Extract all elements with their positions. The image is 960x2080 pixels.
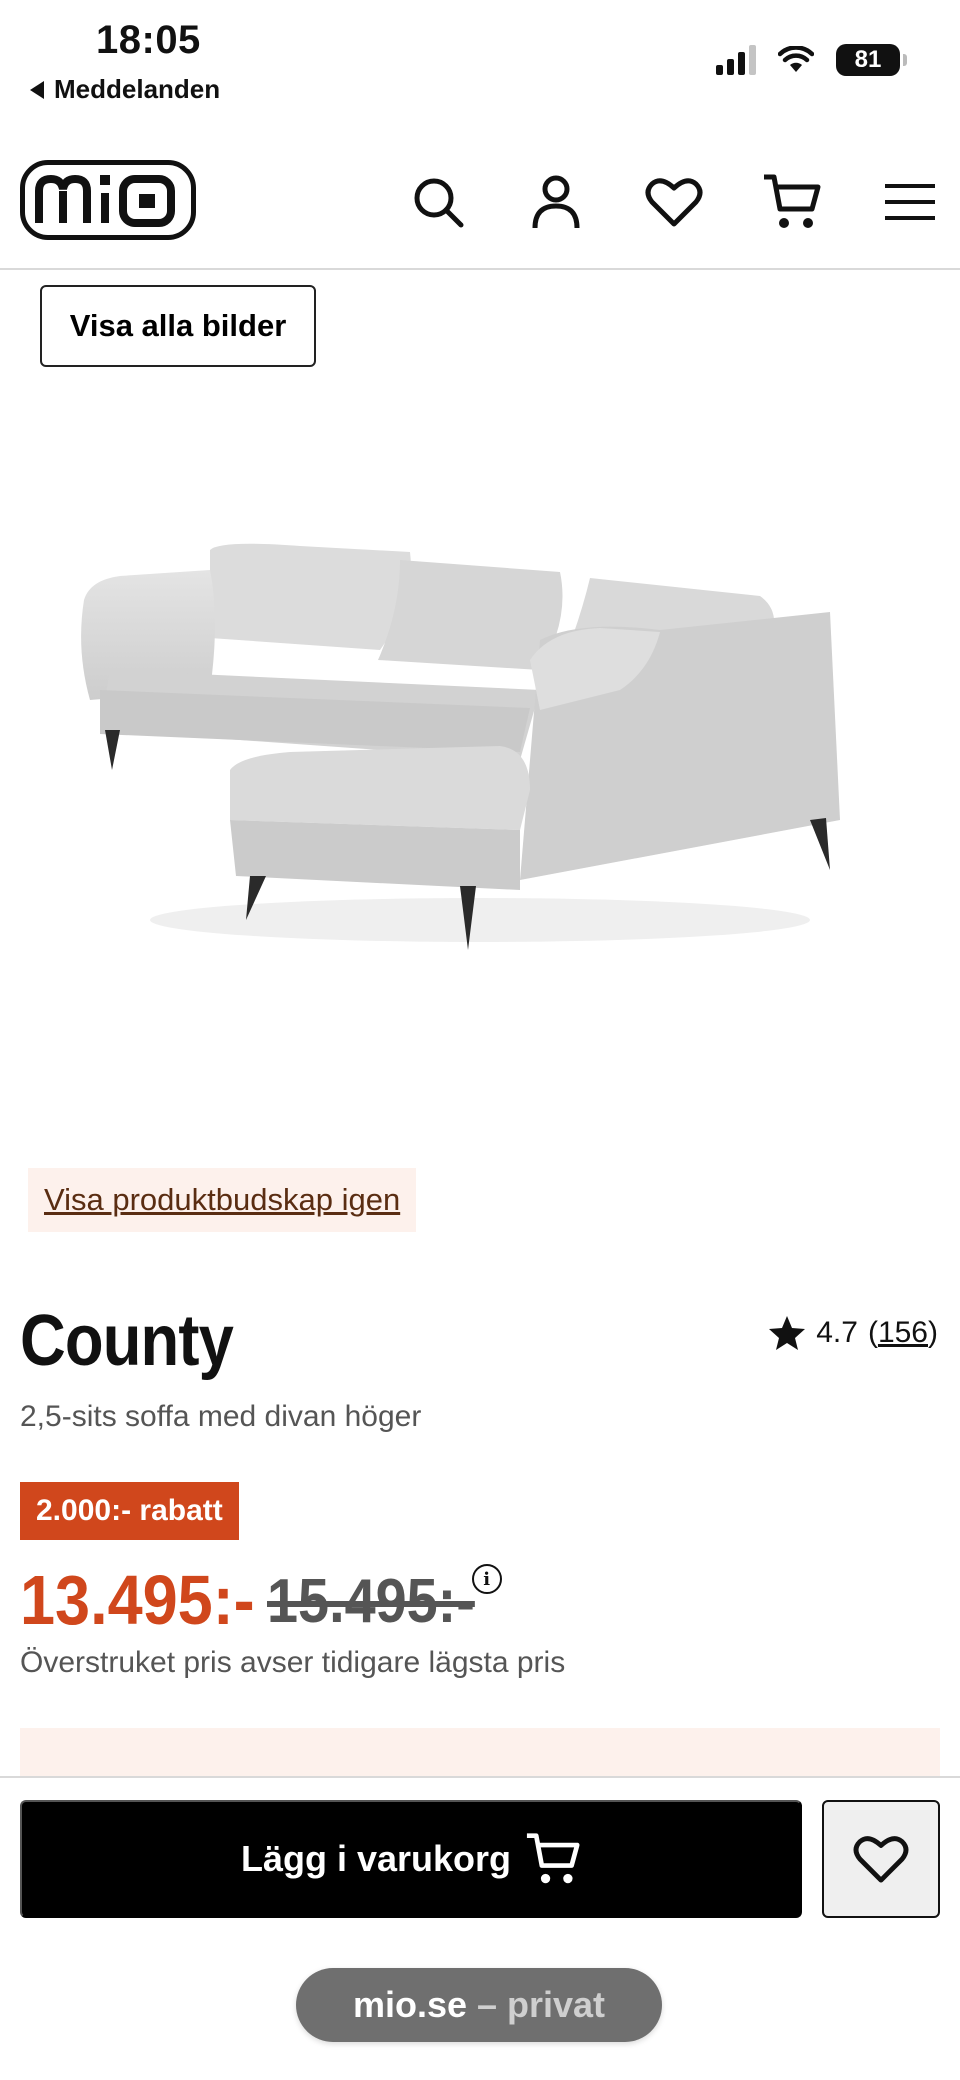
product-subtitle: 2,5-sits soffa med divan höger [20, 1400, 422, 1433]
browser-domain: mio.se [352, 1984, 467, 2025]
promo-banner [20, 1728, 940, 1776]
status-indicators: 81 [716, 44, 907, 76]
add-to-cart-button[interactable]: Lägg i varukorg [20, 1800, 802, 1918]
battery-icon: 81 [836, 44, 907, 76]
sticky-purchase-bar: Lägg i varukorg mio.se – privat [0, 1776, 960, 2080]
show-product-message-link[interactable]: Visa produktbudskap igen [28, 1168, 417, 1232]
review-count-link[interactable]: 156 [878, 1316, 928, 1349]
logo-mark-icon [35, 174, 175, 227]
product-title: County [20, 1301, 234, 1381]
cart-icon [526, 1833, 580, 1884]
info-icon[interactable]: i [471, 1564, 502, 1594]
browser-address-pill[interactable]: mio.se – privat [296, 1968, 662, 2042]
back-arrow-icon [30, 80, 44, 99]
status-time: 18:05 [96, 18, 201, 62]
search-icon[interactable] [406, 170, 470, 234]
account-icon[interactable] [524, 170, 588, 234]
menu-icon[interactable] [878, 170, 942, 234]
heart-icon[interactable] [642, 170, 706, 234]
rating-open-paren: (156) [867, 1316, 938, 1349]
old-price: 15.495:- [266, 1567, 475, 1636]
price-note: Överstruket pris avser tidigare lägsta p… [20, 1646, 566, 1679]
cart-icon[interactable] [760, 170, 824, 234]
product-image[interactable] [60, 520, 860, 965]
cellular-signal-icon [716, 45, 756, 75]
heart-icon [853, 1836, 909, 1883]
add-to-wishlist-button[interactable] [822, 1800, 940, 1918]
star-icon [769, 1316, 806, 1350]
site-header [0, 150, 960, 270]
add-to-cart-label: Lägg i varukorg [240, 1838, 512, 1879]
current-price: 13.495:- [20, 1561, 255, 1639]
discount-badge: 2.000:- rabatt [20, 1482, 239, 1540]
sofa-image-icon [81, 543, 840, 950]
browser-mode: – privat [476, 1984, 606, 2025]
wifi-icon [778, 46, 814, 72]
back-to-app-link[interactable]: Meddelanden [30, 74, 220, 105]
rating-value: 4.7 [816, 1316, 858, 1349]
mio-logo[interactable] [20, 160, 196, 240]
product-rating[interactable]: 4.7 (156) [768, 1315, 938, 1351]
show-all-images-button[interactable]: Visa alla bilder [40, 285, 316, 367]
price-row: 13.495:- 15.495:- i [20, 1560, 502, 1640]
back-label: Meddelanden [54, 74, 221, 104]
